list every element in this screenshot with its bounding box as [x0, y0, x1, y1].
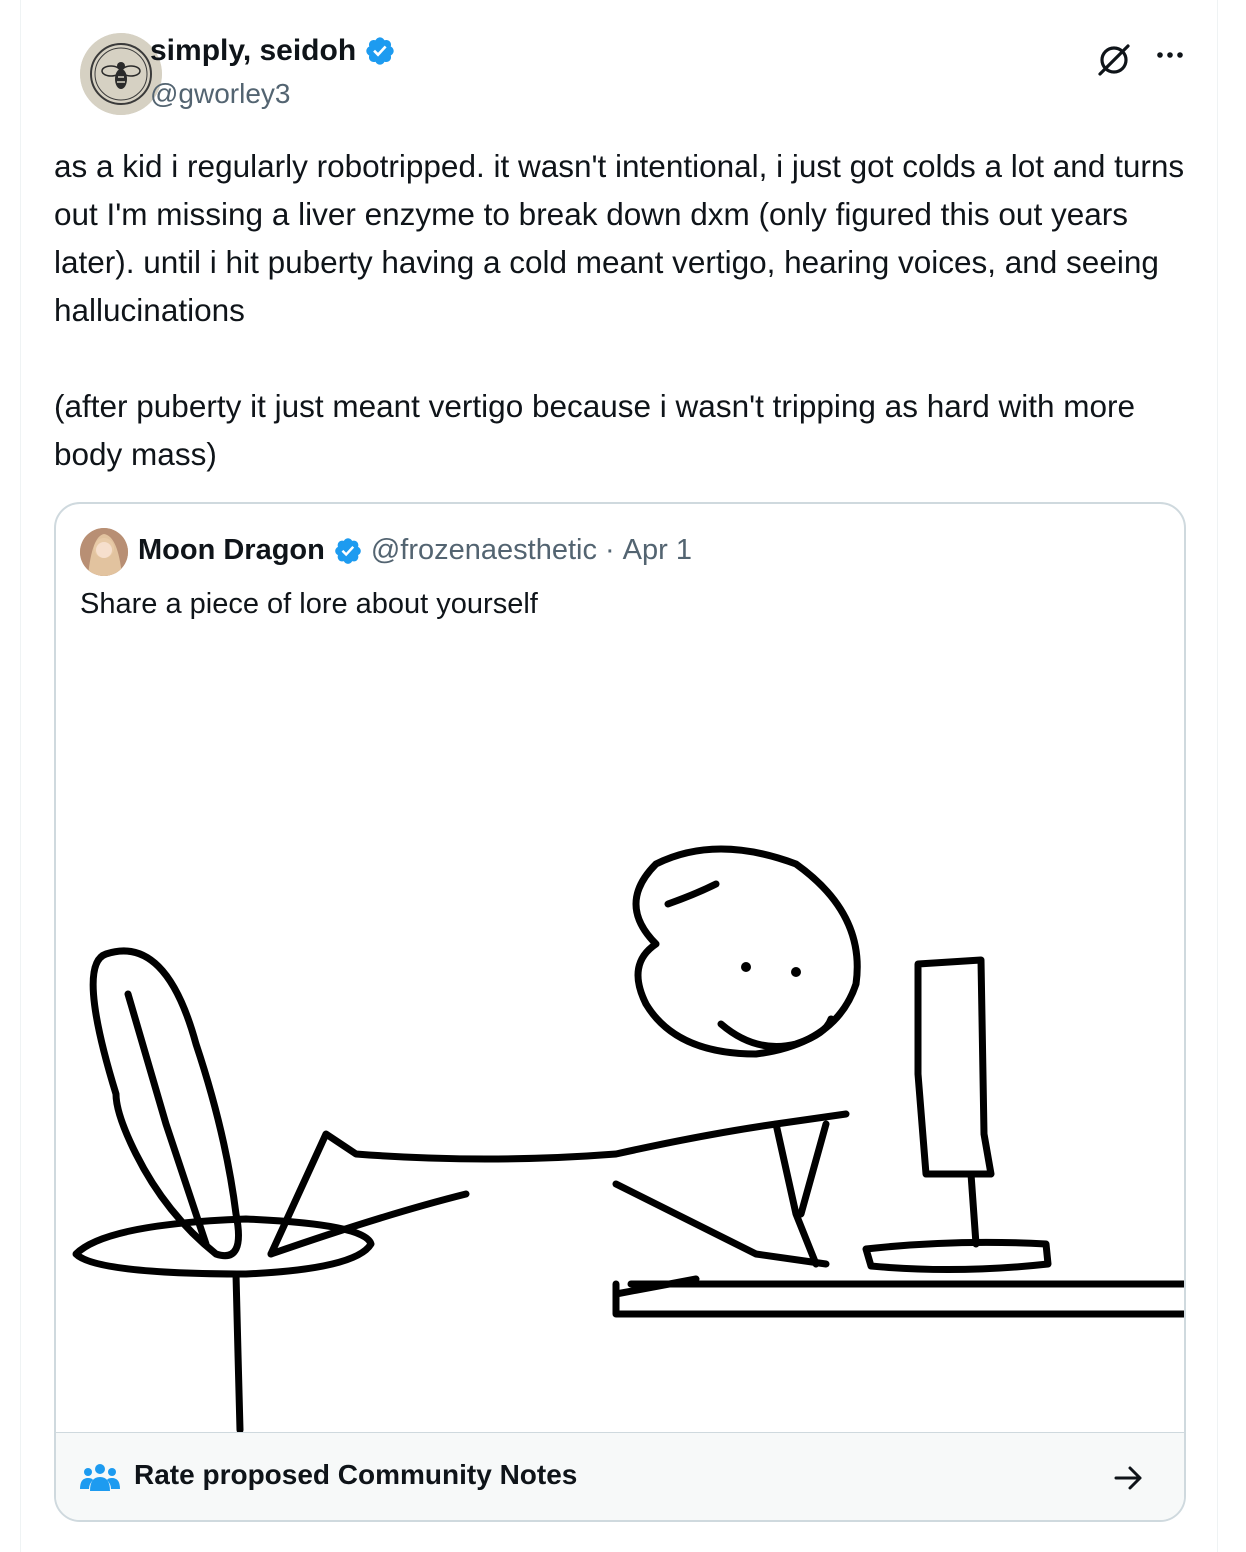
community-notes-label[interactable]: Rate proposed Community Notes — [134, 1459, 577, 1491]
verified-badge-icon — [366, 37, 394, 65]
author-name[interactable]: simply, seidoh — [150, 34, 356, 68]
author-handle[interactable]: @gworley3 — [150, 78, 290, 110]
separator-dot: · — [604, 534, 615, 566]
stick-figure-computer-meme-image[interactable] — [56, 654, 1186, 1434]
quoted-avatar-photo-icon — [80, 528, 128, 576]
quoted-tweet[interactable]: Moon Dragon @frozenaesthetic · Apr 1 Sha… — [54, 502, 1186, 1522]
tweet-text: as a kid i regularly robotripped. it was… — [54, 148, 1185, 472]
community-people-icon — [80, 1464, 120, 1491]
community-notes-bar[interactable]: Rate proposed Community Notes — [56, 1432, 1184, 1520]
quoted-date[interactable]: Apr 1 — [623, 534, 692, 567]
arrow-right-icon[interactable] — [1112, 1461, 1146, 1495]
author-name-row[interactable]: simply, seidoh — [150, 34, 396, 68]
quoted-header: Moon Dragon @frozenaesthetic · Apr 1 — [138, 534, 692, 567]
quoted-author-avatar[interactable] — [80, 528, 128, 576]
grok-icon[interactable] — [1094, 40, 1134, 80]
quoted-author-name[interactable]: Moon Dragon — [138, 534, 325, 567]
quoted-verified-badge-icon — [335, 537, 361, 564]
more-options-icon[interactable] — [1152, 40, 1188, 70]
quoted-tweet-text: Share a piece of lore about yourself — [80, 588, 538, 620]
quoted-author-handle[interactable]: @frozenaesthetic — [371, 534, 597, 567]
